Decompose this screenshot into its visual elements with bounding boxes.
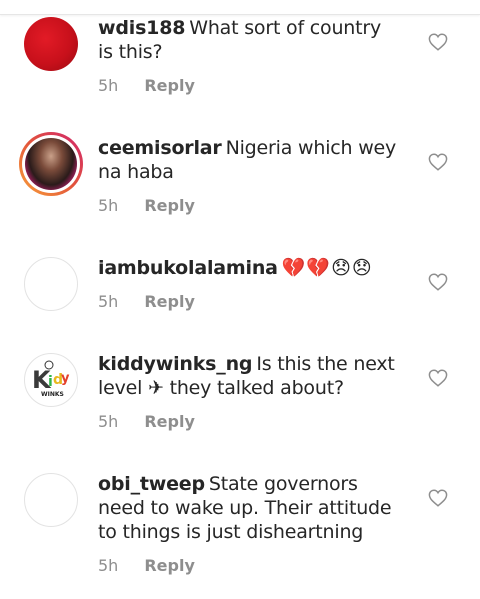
svg-text:y: y bbox=[61, 371, 70, 386]
like-heart-icon[interactable] bbox=[428, 489, 448, 507]
comment-username[interactable]: kiddywinks_ng bbox=[98, 353, 253, 375]
svg-text:WINKS: WINKS bbox=[41, 391, 64, 398]
story-ring bbox=[22, 135, 80, 193]
comment-meta: 5h Reply bbox=[98, 292, 195, 311]
reply-button[interactable]: Reply bbox=[144, 76, 195, 95]
comment-body: kiddywinks_ng Is this the next level ✈ th… bbox=[98, 352, 398, 400]
comment-text: 💔💔😞😞 bbox=[281, 257, 373, 279]
top-bar bbox=[0, 0, 480, 15]
user-avatar[interactable] bbox=[19, 132, 83, 196]
user-avatar[interactable] bbox=[24, 473, 78, 527]
comment-time: 5h bbox=[98, 292, 119, 311]
reply-button[interactable]: Reply bbox=[144, 292, 195, 311]
comment-time: 5h bbox=[98, 556, 119, 575]
reply-button[interactable]: Reply bbox=[144, 196, 195, 215]
user-avatar[interactable] bbox=[24, 257, 78, 311]
reply-button[interactable]: Reply bbox=[144, 412, 195, 431]
comment-meta: 5h Reply bbox=[98, 76, 195, 95]
like-heart-icon[interactable] bbox=[428, 33, 448, 51]
comment-username[interactable]: obi_tweep bbox=[98, 473, 205, 495]
user-avatar[interactable] bbox=[24, 17, 78, 71]
comment-meta: 5h Reply bbox=[98, 196, 195, 215]
like-heart-icon[interactable] bbox=[428, 153, 448, 171]
comment-username[interactable]: ceemisorlar bbox=[98, 137, 222, 159]
comment-meta: 5h Reply bbox=[98, 412, 195, 431]
comment-time: 5h bbox=[98, 76, 119, 95]
comment-username[interactable]: wdis188 bbox=[98, 17, 185, 39]
reply-button[interactable]: Reply bbox=[144, 556, 195, 575]
like-heart-icon[interactable] bbox=[428, 273, 448, 291]
like-heart-icon[interactable] bbox=[428, 369, 448, 387]
comment-time: 5h bbox=[98, 196, 119, 215]
comment-body: obi_tweep State governors need to wake up… bbox=[98, 472, 398, 544]
comment-username[interactable]: iambukolalamina bbox=[98, 257, 278, 279]
kiddy-winks-logo-icon[interactable]: K i d y WINKS bbox=[24, 353, 78, 407]
profile-photo bbox=[25, 138, 77, 190]
comment-body: ceemisorlar Nigeria which wey na haba bbox=[98, 136, 398, 184]
comment-body: iambukolalamina 💔💔😞😞 bbox=[98, 256, 398, 280]
comment-body: wdis188 What sort of country is this? bbox=[98, 16, 398, 64]
comment-meta: 5h Reply bbox=[98, 556, 195, 575]
comment-time: 5h bbox=[98, 412, 119, 431]
